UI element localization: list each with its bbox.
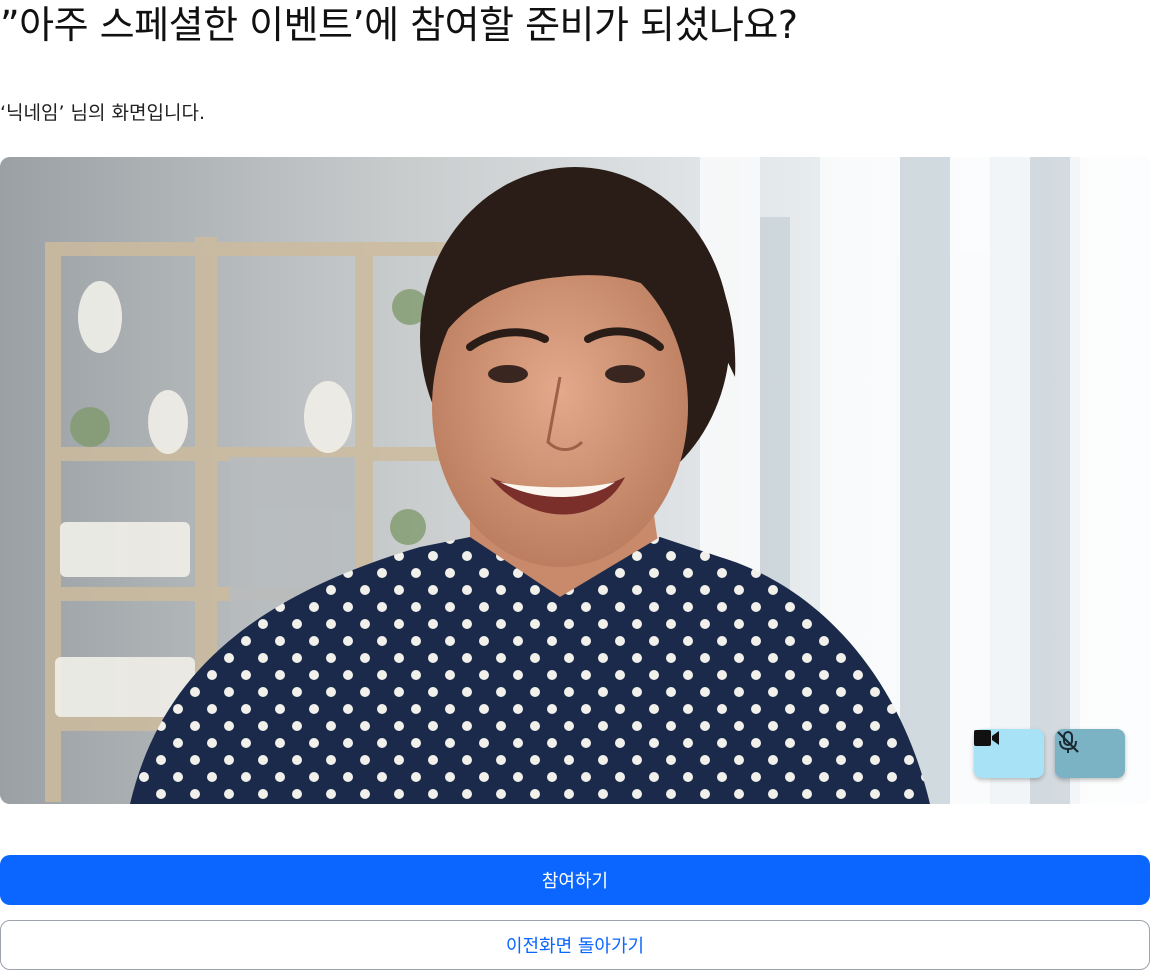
microphone-toggle-button[interactable] bbox=[1055, 729, 1125, 778]
page-title: ”아주 스페셜한 이벤트’에 참여할 준비가 되셨나요? bbox=[0, 3, 798, 47]
video-preview bbox=[0, 157, 1150, 804]
camera-toggle-button[interactable] bbox=[974, 729, 1044, 778]
page-subtitle: ‘닉네임’ 님의 화면입니다. bbox=[0, 102, 205, 124]
join-button[interactable]: 참여하기 bbox=[0, 855, 1150, 905]
video-camera-icon bbox=[974, 730, 999, 746]
webcam-preview-image bbox=[0, 157, 1150, 804]
microphone-off-icon bbox=[1057, 731, 1079, 753]
back-button[interactable]: 이전화면 돌아가기 bbox=[0, 920, 1150, 970]
